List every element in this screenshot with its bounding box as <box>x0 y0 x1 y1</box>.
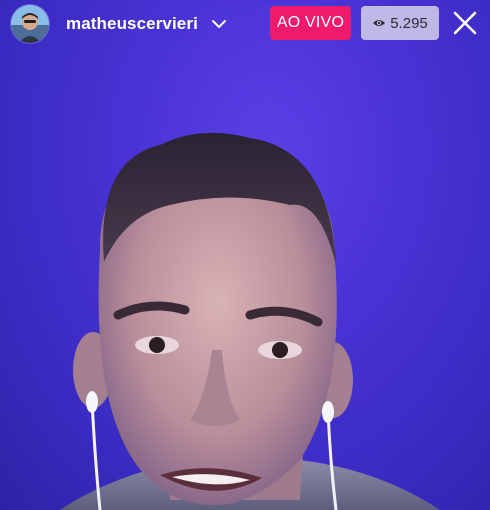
eye-icon <box>373 20 386 26</box>
viewer-count-badge[interactable]: 5.295 <box>361 6 439 40</box>
live-badge-label: AO VIVO <box>276 14 345 31</box>
live-stream-view: matheuscervieri AO VIVO 5.295 <box>0 0 490 510</box>
avatar-image <box>11 5 49 43</box>
username-label[interactable]: matheuscervieri <box>66 14 198 34</box>
chevron-down-icon[interactable] <box>210 15 228 33</box>
live-video-frame <box>60 132 440 510</box>
avatar[interactable] <box>11 5 49 43</box>
close-icon[interactable] <box>452 10 478 36</box>
viewer-count: 5.295 <box>390 14 428 32</box>
live-badge: AO VIVO <box>270 6 351 40</box>
live-header-bar: matheuscervieri AO VIVO 5.295 <box>0 0 490 48</box>
